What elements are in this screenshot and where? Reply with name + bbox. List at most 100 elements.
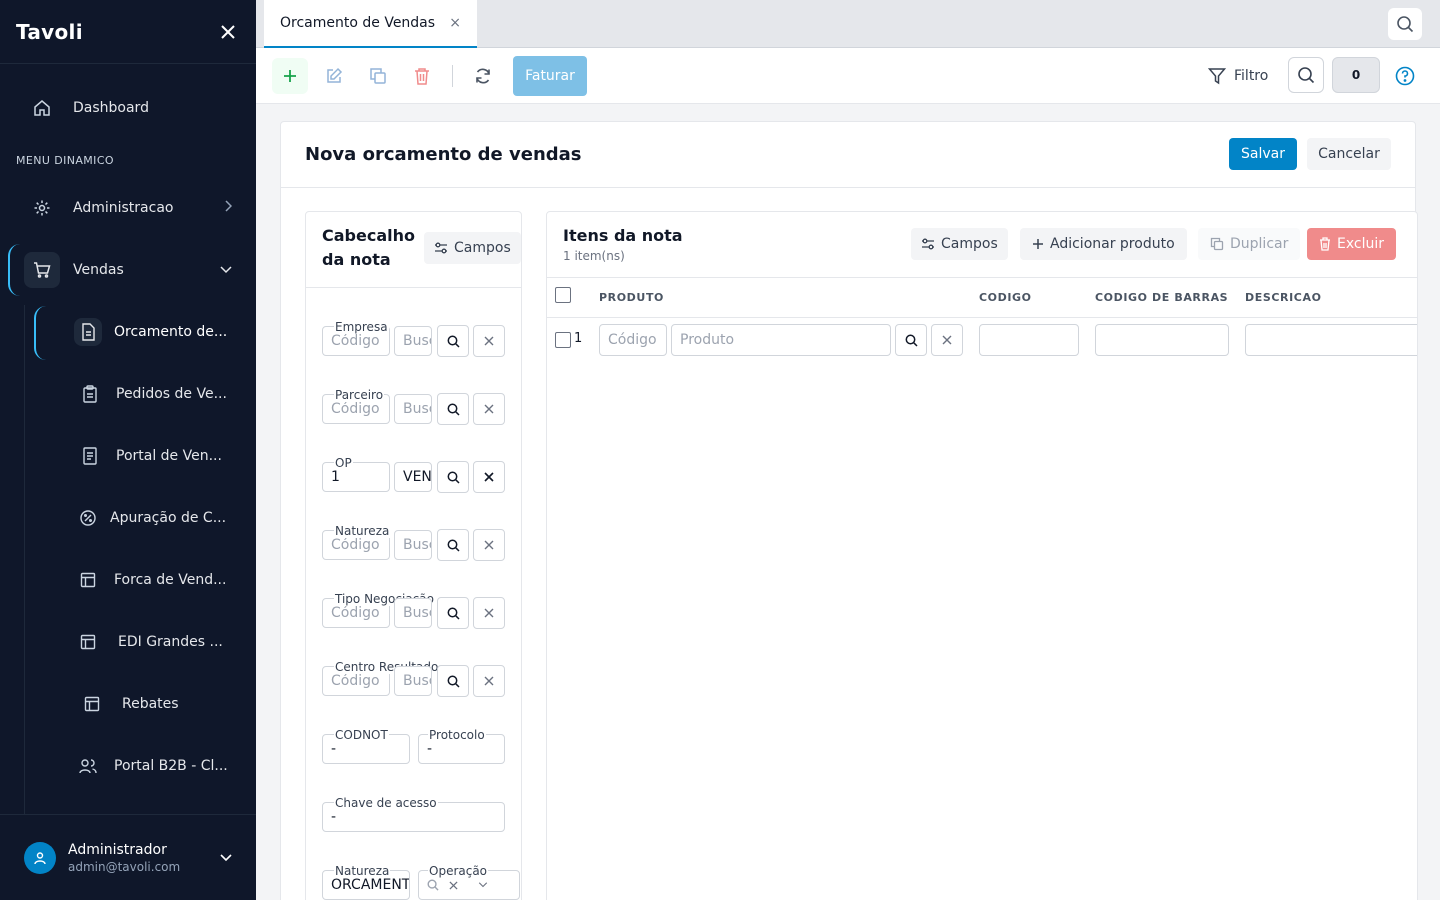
- close-icon: [484, 404, 494, 414]
- search-icon: [447, 539, 460, 552]
- descricao-input[interactable]: [1245, 324, 1417, 356]
- parceiro-search-button[interactable]: [437, 393, 469, 425]
- sidebar-subitem-rebates[interactable]: Rebates: [78, 684, 179, 724]
- search-button[interactable]: [1288, 57, 1324, 93]
- sliders-icon: [435, 242, 447, 254]
- natureza-search-input[interactable]: Busca: [394, 530, 432, 560]
- layout-icon: [74, 566, 102, 594]
- tab-search-button[interactable]: [1388, 8, 1422, 40]
- search-icon: [427, 879, 439, 891]
- submenu-line: [24, 305, 25, 815]
- duplicate-button[interactable]: Duplicar: [1198, 228, 1301, 260]
- filter-button[interactable]: Filtro: [1208, 62, 1268, 90]
- tipo-negociacao-search-input[interactable]: Busca: [394, 598, 432, 628]
- user-email: admin@tavoli.com: [68, 859, 181, 874]
- field-label: Chave de acesso: [334, 796, 438, 810]
- close-icon: [942, 335, 952, 345]
- header-panel-head: Cabecalho da nota Campos: [306, 212, 521, 288]
- items-fields-button[interactable]: Campos: [911, 228, 1008, 260]
- field-label: OP: [334, 456, 353, 470]
- form-header: Nova orcamento de vendas Salvar Cancelar: [281, 122, 1415, 188]
- duplicate-label: Duplicar: [1230, 236, 1289, 252]
- items-count: 1 item(ns): [563, 249, 625, 263]
- user-menu[interactable]: Administrador admin@tavoli.com: [0, 814, 256, 900]
- field-label: Natureza: [334, 864, 391, 878]
- close-sidebar-button[interactable]: [216, 20, 240, 44]
- search-icon: [1397, 16, 1414, 33]
- sidebar-subitem-portal-vendas[interactable]: Portal de Ven...: [76, 436, 222, 476]
- centro-resultado-search-button[interactable]: [437, 665, 469, 697]
- plus-icon: [1033, 239, 1043, 249]
- copy-button[interactable]: [360, 58, 396, 94]
- sidebar-subitem-label: Apuração de C...: [110, 510, 227, 526]
- field-label: CODNOT: [334, 728, 389, 742]
- layout-icon: [78, 690, 106, 718]
- product-search-button[interactable]: [895, 324, 927, 356]
- table-row: 1 Código Produto: [547, 318, 1417, 362]
- chevron-right-icon: [224, 200, 233, 216]
- header-fields-button[interactable]: Campos: [424, 232, 521, 264]
- op-search-button[interactable]: [437, 461, 469, 493]
- empresa-search-input[interactable]: Busca: [394, 326, 432, 356]
- centro-resultado-clear-button[interactable]: [473, 665, 505, 697]
- close-icon: [484, 540, 494, 550]
- codigo-barras-input[interactable]: [1095, 324, 1229, 356]
- sidebar-subitem-forca-vendas[interactable]: Forca de Vend...: [74, 560, 226, 600]
- select-all-checkbox[interactable]: [555, 287, 571, 303]
- centro-resultado-search-input[interactable]: Busca: [394, 666, 432, 696]
- close-icon: [484, 336, 494, 346]
- edit-button[interactable]: [316, 58, 352, 94]
- save-button[interactable]: Salvar: [1229, 138, 1297, 170]
- cancel-button[interactable]: Cancelar: [1307, 138, 1391, 170]
- delete-button[interactable]: [404, 58, 440, 94]
- field-label: Parceiro: [334, 388, 385, 402]
- parceiro-clear-button[interactable]: [473, 393, 505, 425]
- sidebar-subitem-orcamento[interactable]: Orcamento de...: [74, 312, 227, 352]
- app-logo: Tavoli: [16, 19, 83, 44]
- row-checkbox[interactable]: [555, 332, 571, 348]
- tab-orcamento-vendas[interactable]: Orcamento de Vendas ×: [264, 0, 477, 48]
- header-panel-title: Cabecalho da nota: [322, 226, 415, 269]
- sidebar-item-vendas[interactable]: Vendas: [24, 250, 232, 290]
- close-icon: [221, 24, 235, 39]
- op-code-input[interactable]: 1: [322, 462, 390, 492]
- op-clear-button[interactable]: [473, 461, 505, 493]
- record-count-badge[interactable]: 0: [1332, 57, 1380, 93]
- product-code-input[interactable]: Código: [599, 324, 667, 356]
- add-product-button[interactable]: Adicionar produto: [1020, 228, 1187, 260]
- faturar-button[interactable]: Faturar: [513, 56, 587, 96]
- help-button[interactable]: [1394, 65, 1416, 87]
- parceiro-search-input[interactable]: Busca: [394, 394, 432, 424]
- empresa-clear-button[interactable]: [473, 325, 505, 357]
- product-clear-button[interactable]: [931, 324, 963, 356]
- page-title: Nova orcamento de vendas: [305, 144, 582, 165]
- gear-icon: [24, 190, 60, 226]
- sliders-icon: [922, 238, 934, 250]
- codigo-input[interactable]: [979, 324, 1079, 356]
- sidebar-item-administracao[interactable]: Administracao: [24, 188, 233, 228]
- refresh-button[interactable]: [465, 58, 501, 94]
- empresa-search-button[interactable]: [437, 325, 469, 357]
- layout-icon: [74, 628, 102, 656]
- add-button[interactable]: [272, 58, 308, 94]
- delete-items-button[interactable]: Excluir: [1307, 228, 1396, 260]
- natureza-clear-button[interactable]: [473, 529, 505, 561]
- sidebar-item-dashboard[interactable]: Dashboard: [24, 88, 149, 128]
- sidebar-subitem-edi[interactable]: EDI Grandes ...: [74, 622, 223, 662]
- sidebar-subitem-label: Portal B2B - Cl...: [114, 758, 228, 774]
- tipo-negociacao-clear-button[interactable]: [473, 597, 505, 629]
- tipo-negociacao-search-button[interactable]: [437, 597, 469, 629]
- users-icon: [74, 752, 102, 780]
- product-name-input[interactable]: Produto: [671, 324, 891, 356]
- sidebar-subitem-portal-b2b[interactable]: Portal B2B - Cl...: [74, 746, 228, 786]
- sidebar-subitem-pedidos[interactable]: Pedidos de Ve...: [76, 374, 227, 414]
- natureza-search-button[interactable]: [437, 529, 469, 561]
- chevron-down-icon: [478, 882, 488, 888]
- search-icon: [447, 675, 460, 688]
- field-label: Protocolo: [428, 728, 486, 742]
- tab-close-button[interactable]: ×: [449, 15, 461, 31]
- field-label: Natureza: [334, 524, 391, 538]
- sidebar-subitem-apuracao[interactable]: Apuração de C...: [74, 498, 226, 538]
- trash-icon: [1320, 237, 1330, 251]
- op-search-input[interactable]: VENDA: [394, 462, 432, 492]
